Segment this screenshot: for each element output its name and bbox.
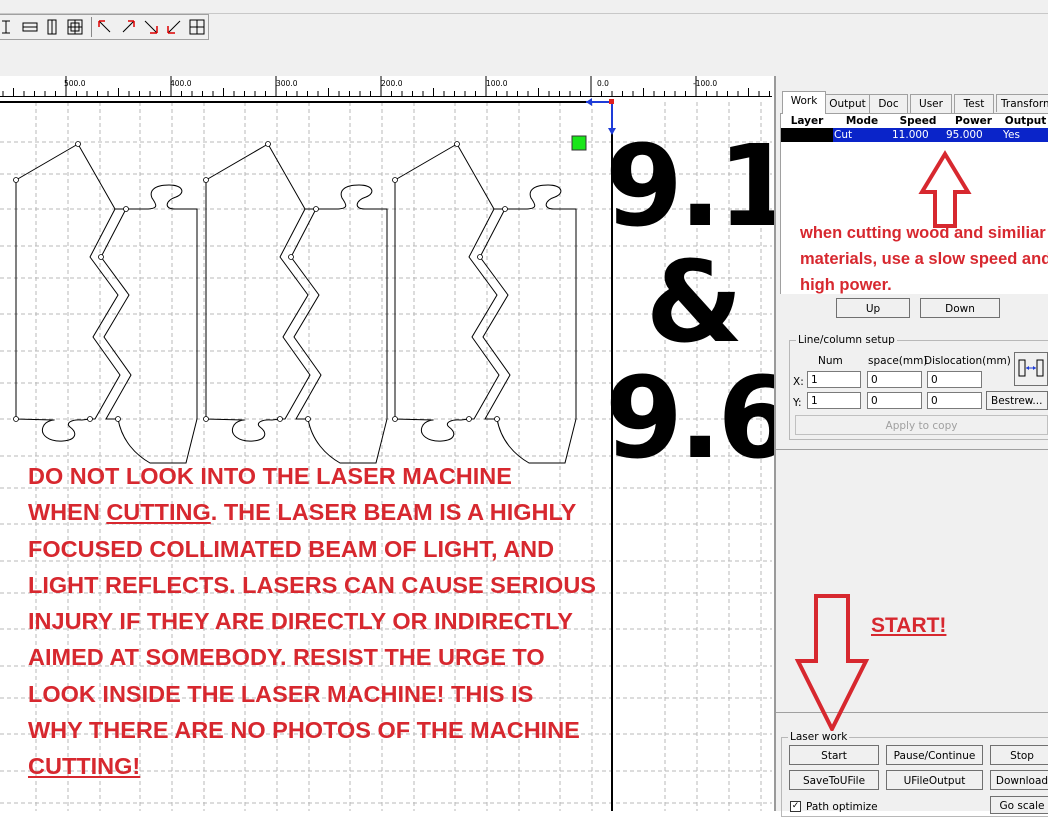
version-line: & (645, 238, 744, 368)
warning-emphasis: CUTTING (106, 499, 211, 526)
panel-divider (776, 449, 1048, 450)
y-dislocation-input[interactable]: 0 (927, 392, 982, 409)
tab-user[interactable]: User (910, 94, 952, 113)
layer-down-button[interactable]: Down (920, 298, 1000, 318)
laser-head-marker (571, 135, 587, 151)
go-scale-button[interactable]: Go scale (990, 796, 1048, 814)
start-note: START! (871, 614, 947, 637)
column-label: Num (818, 355, 843, 367)
x-space-input[interactable]: 0 (867, 371, 922, 388)
bestrew-button[interactable]: Bestrew... (986, 391, 1048, 410)
version-line: 9.1 (605, 122, 795, 252)
layer-power[interactable]: 95.000 (945, 128, 1002, 142)
pause-continue-button[interactable]: Pause/Continue (886, 745, 983, 765)
download-button[interactable]: Download (990, 770, 1048, 790)
column-header[interactable]: Layer (781, 114, 833, 128)
path-optimize-label: Path optimize (806, 801, 878, 813)
y-space-input[interactable]: 0 (867, 392, 922, 409)
safety-warning: DO NOT LOOK INTO THE LASER MACHINE WHEN … (28, 458, 618, 785)
tab-output[interactable]: Output (825, 94, 870, 113)
column-label: space(mm) (868, 355, 928, 367)
layer-mode[interactable]: Cut (833, 128, 891, 142)
array-spacing-icon (1018, 359, 1044, 377)
y-num-input[interactable]: 1 (807, 392, 861, 409)
version-overlay: 9.1 & 9.6 (605, 122, 795, 484)
layer-output[interactable]: Yes (1002, 128, 1048, 142)
fieldset-legend: Laser work (788, 731, 850, 743)
ruler-label: 0.0 (597, 79, 609, 88)
layer-color-swatch[interactable] (781, 128, 833, 142)
start-button[interactable]: Start (789, 745, 879, 765)
puzzle-piece[interactable] (394, 143, 577, 464)
arrow-up-icon (918, 150, 972, 228)
align-grid-icon[interactable] (188, 18, 206, 36)
ruler-label: 100.0 (486, 79, 508, 88)
tab-doc[interactable]: Doc (869, 94, 908, 113)
column-header[interactable]: Mode (833, 114, 891, 128)
ruler-label: 500.0 (64, 79, 86, 88)
warning-text: . THE LASER BEAM IS A HIGHLY FOCUSED COL… (28, 499, 596, 744)
axis-label: X: (793, 376, 804, 388)
horizontal-ruler: 500.0 400.0 300.0 200.0 100.0 0.0 -100.0 (0, 76, 772, 97)
align-top-left-icon[interactable] (96, 18, 114, 36)
ruler-label: 300.0 (276, 79, 298, 88)
align-top-right-icon[interactable] (119, 18, 137, 36)
toolbar (0, 0, 1048, 76)
ufile-output-button[interactable]: UFileOutput (886, 770, 983, 790)
align-bottom-right-icon[interactable] (142, 18, 160, 36)
tab-work[interactable]: Work (782, 91, 826, 114)
tab-transform[interactable]: Transform (996, 94, 1048, 112)
version-line: 9.6 (605, 354, 795, 484)
path-optimize-checkbox[interactable]: ✓ (790, 801, 801, 812)
array-layout-button[interactable] (1014, 352, 1048, 386)
speed-power-note: when cutting wood and similiar materials… (800, 224, 1048, 294)
align-center-icon[interactable] (66, 18, 84, 36)
x-num-input[interactable]: 1 (807, 371, 861, 388)
column-header[interactable]: Output (1002, 114, 1048, 128)
stop-button[interactable]: Stop (990, 745, 1048, 765)
save-to-ufile-button[interactable]: SaveToUFile (789, 770, 879, 790)
warning-emphasis: CUTTING! (28, 753, 141, 780)
arrow-down-icon (794, 594, 870, 733)
align-toolbar (0, 14, 209, 40)
layer-table: Layer Mode Speed Power Output Cut 11.000… (781, 114, 1048, 142)
node-points (13, 141, 508, 422)
x-dislocation-input[interactable]: 0 (927, 371, 982, 388)
column-header[interactable]: Speed (891, 114, 945, 128)
fieldset-legend: Line/column setup (796, 334, 897, 346)
tab-test[interactable]: Test (954, 94, 994, 113)
ruler-label: 400.0 (170, 79, 192, 88)
layer-up-button[interactable]: Up (836, 298, 910, 318)
align-bottom-left-icon[interactable] (165, 18, 183, 36)
toolbar-separator (91, 17, 92, 37)
align-height-icon[interactable] (0, 18, 15, 36)
puzzle-piece[interactable] (15, 143, 198, 464)
align-size-icon[interactable] (43, 18, 61, 36)
table-row[interactable]: Cut 11.000 95.000 Yes (781, 128, 1048, 142)
puzzle-piece[interactable] (205, 143, 388, 464)
apply-to-copy-button[interactable]: Apply to copy (795, 415, 1048, 435)
align-width-icon[interactable] (21, 18, 39, 36)
layer-speed[interactable]: 11.000 (891, 128, 945, 142)
ruler-label: 200.0 (381, 79, 403, 88)
axis-label: Y: (793, 397, 802, 409)
column-label: Dislocation(mm) (924, 355, 1011, 367)
column-header[interactable]: Power (945, 114, 1002, 128)
cut-paths (15, 143, 577, 464)
ruler-label: -100.0 (693, 79, 717, 88)
